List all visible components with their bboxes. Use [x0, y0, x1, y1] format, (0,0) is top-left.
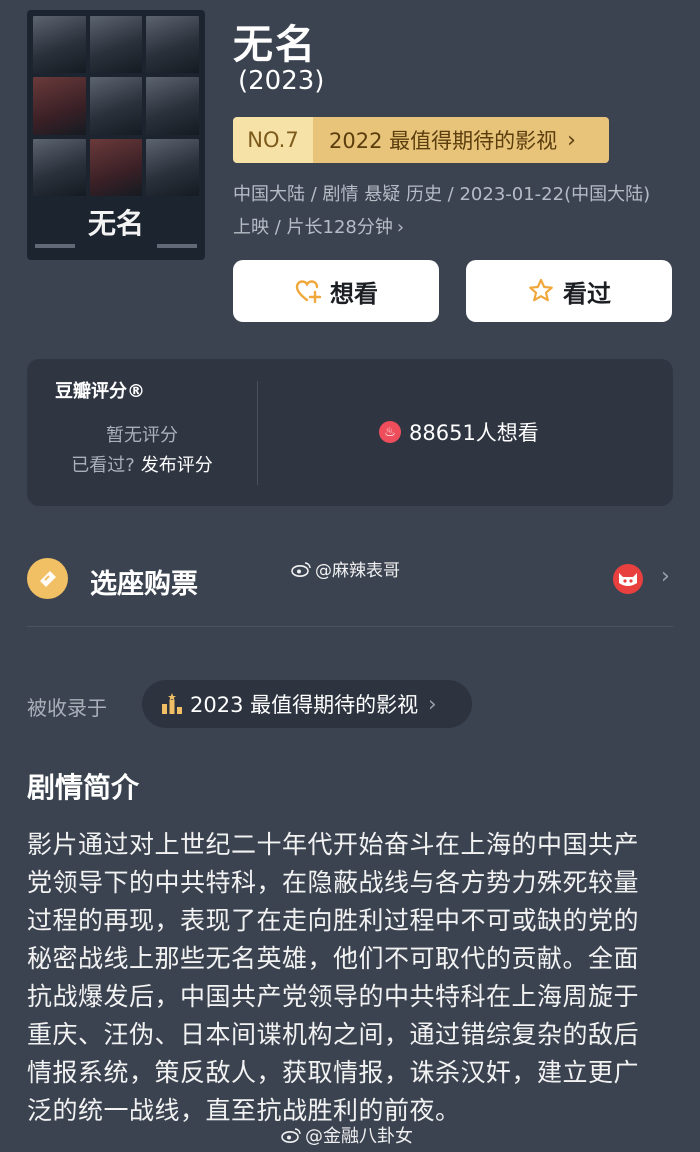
watched-button[interactable]: 看过	[466, 260, 672, 322]
maoyan-icon	[613, 564, 643, 594]
watermark-text: @金融八卦女	[305, 1126, 413, 1147]
want-count: ♨ 88651人想看	[379, 417, 539, 447]
rating-card: 豆瓣评分® 暂无评分 已看过? 发布评分 ♨ 88651人想看	[27, 359, 673, 506]
collected-list-chip[interactable]: 2023 最值得期待的影视 ›	[142, 680, 472, 728]
rank-number: NO.7	[233, 117, 313, 163]
rating-title: 豆瓣评分®	[55, 381, 145, 402]
heart-plus-icon	[295, 280, 322, 304]
no-rating-text: 暂无评分	[106, 425, 178, 446]
want-to-watch-button[interactable]: 想看	[233, 260, 439, 322]
collected-list-name: 2023 最值得期待的影视	[190, 693, 419, 717]
synopsis-heading: 剧情简介	[27, 771, 140, 804]
weibo-icon	[291, 561, 311, 577]
post-rating-link[interactable]: 发布评分	[141, 455, 213, 476]
weibo-icon	[281, 1128, 301, 1143]
poster-title: 无名	[87, 207, 144, 240]
trophy-icon	[162, 693, 182, 714]
movie-year: (2023)	[238, 66, 325, 96]
fire-icon: ♨	[379, 421, 401, 443]
want-count-text: 88651人想看	[409, 421, 539, 445]
synopsis-text: 影片通过对上世纪二十年代开始奋斗在上海的中国共产党领导下的中共特科，在隐蔽战线与…	[27, 830, 640, 1125]
rank-banner[interactable]: NO.7 2022 最值得期待的影视 ›	[233, 117, 609, 163]
buy-tickets-row[interactable]: 选座购票 @麻辣表哥 ›	[27, 548, 673, 618]
watched-label: 看过	[563, 279, 611, 308]
rank-list-label: 2022 最值得期待的影视	[329, 129, 558, 153]
movie-title: 无名	[233, 22, 317, 68]
weibo-tag-text: @麻辣表哥	[315, 561, 400, 581]
ticket-icon	[27, 558, 68, 599]
divider	[257, 381, 258, 485]
movie-meta[interactable]: 中国大陆 / 剧情 悬疑 历史 / 2023-01-22(中国大陆) 上映 / …	[233, 178, 673, 244]
want-to-watch-label: 想看	[330, 279, 378, 308]
poster-cast-grid	[33, 16, 199, 196]
movie-poster[interactable]: 无名	[27, 10, 205, 260]
bottom-watermark: @金融八卦女	[281, 1122, 413, 1148]
star-icon	[529, 278, 553, 302]
chevron-right-icon: ›	[396, 217, 405, 238]
weibo-watermark: @麻辣表哥	[291, 556, 400, 581]
chevron-right-icon: ›	[428, 692, 437, 716]
chevron-right-icon: ›	[567, 127, 576, 153]
buy-tickets-label: 选座购票	[90, 569, 198, 600]
seen-prompt: 已看过?	[71, 455, 135, 476]
chevron-right-icon: ›	[661, 564, 670, 589]
collected-in-label: 被收录于	[27, 696, 107, 720]
divider	[27, 626, 673, 627]
movie-meta-text: 中国大陆 / 剧情 悬疑 历史 / 2023-01-22(中国大陆) 上映 / …	[233, 184, 651, 238]
